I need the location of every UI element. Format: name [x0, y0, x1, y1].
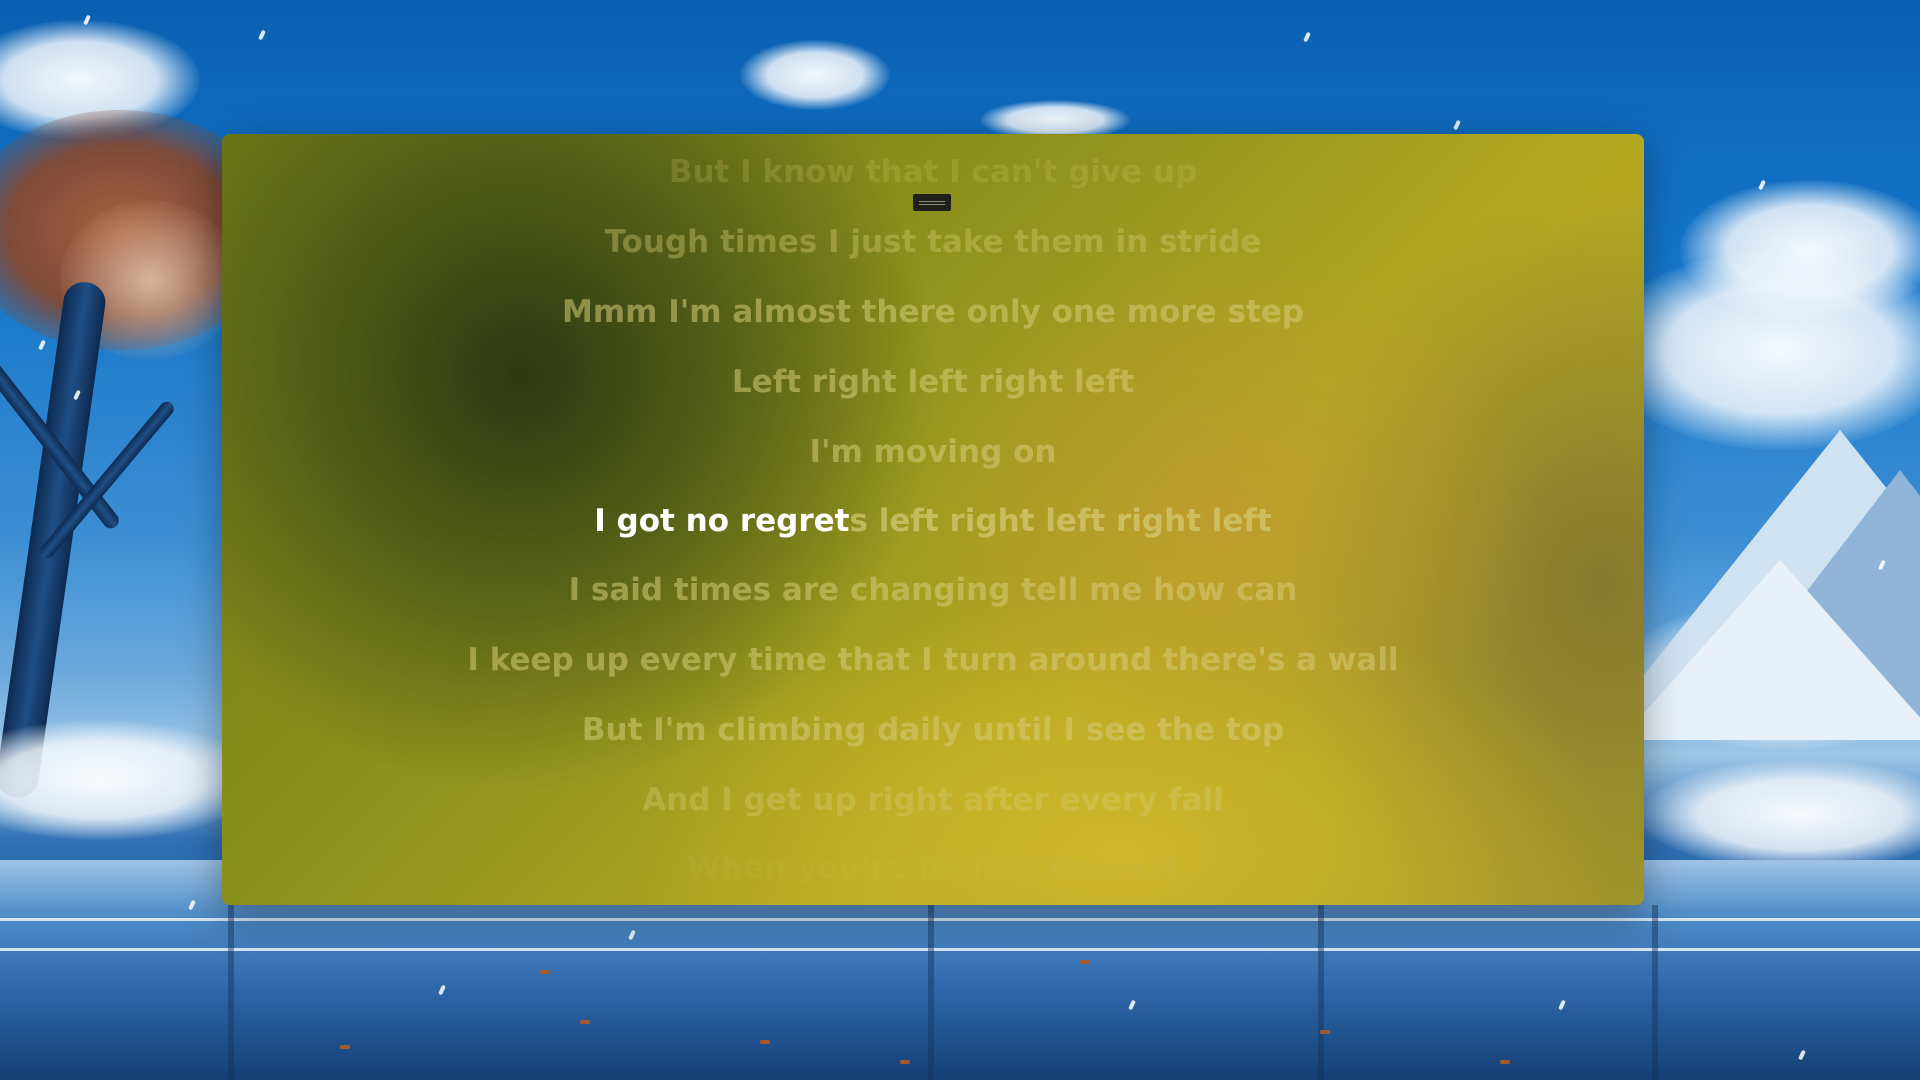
lyric-line[interactable]: I said times are changing tell me how ca…	[222, 570, 1644, 610]
leaf	[1500, 1060, 1510, 1064]
snowflake	[1453, 119, 1461, 131]
snow-ground	[1640, 760, 1920, 870]
lyric-line[interactable]: I keep up every time that I turn around …	[222, 640, 1644, 680]
lyric-line[interactable]: And I get up right after every fall	[222, 780, 1644, 820]
lyrics-panel[interactable]: But I know that I can't give up Tough ti…	[222, 134, 1644, 905]
railing-post	[228, 905, 234, 1080]
current-lyric-unsung: s left right left right left	[849, 503, 1272, 539]
lyric-line[interactable]: Left right left right left	[222, 362, 1644, 402]
railing-post	[1652, 905, 1658, 1080]
leaf	[340, 1045, 350, 1049]
leaf	[540, 970, 550, 974]
lyric-line[interactable]: But I'm climbing daily until I see the t…	[222, 710, 1644, 750]
leaf	[760, 1040, 770, 1044]
snow-ground	[0, 720, 260, 840]
snowflake	[258, 29, 266, 41]
current-lyric-sung: I got no regret	[594, 503, 850, 539]
cloud	[740, 40, 890, 110]
railing-post	[1318, 905, 1324, 1080]
lyric-line[interactable]: I'm moving on	[222, 432, 1644, 472]
leaf	[1320, 1030, 1330, 1034]
lyrics-player-window[interactable]: But I know that I can't give up Tough ti…	[222, 134, 1644, 905]
lyric-line[interactable]: Tough times I just take them in stride	[222, 222, 1644, 262]
snowflake	[1303, 31, 1311, 43]
railing	[0, 948, 1920, 951]
snowflake	[38, 339, 46, 351]
mountain	[1620, 560, 1920, 740]
lyric-line[interactable]: But I know that I can't give up	[222, 152, 1644, 192]
leaf	[900, 1060, 910, 1064]
lyric-line[interactable]: Mmm I'm almost there only one more step	[222, 292, 1644, 332]
railing	[0, 918, 1920, 921]
lyric-line[interactable]: When you're feeling down it	[222, 848, 1644, 888]
railing-post	[928, 905, 934, 1080]
current-lyric-line[interactable]: I got no regrets left right left right l…	[222, 501, 1644, 541]
leaf	[1080, 960, 1090, 964]
leaf	[580, 1020, 590, 1024]
desktop-wallpaper: But I know that I can't give up Tough ti…	[0, 0, 1920, 1080]
